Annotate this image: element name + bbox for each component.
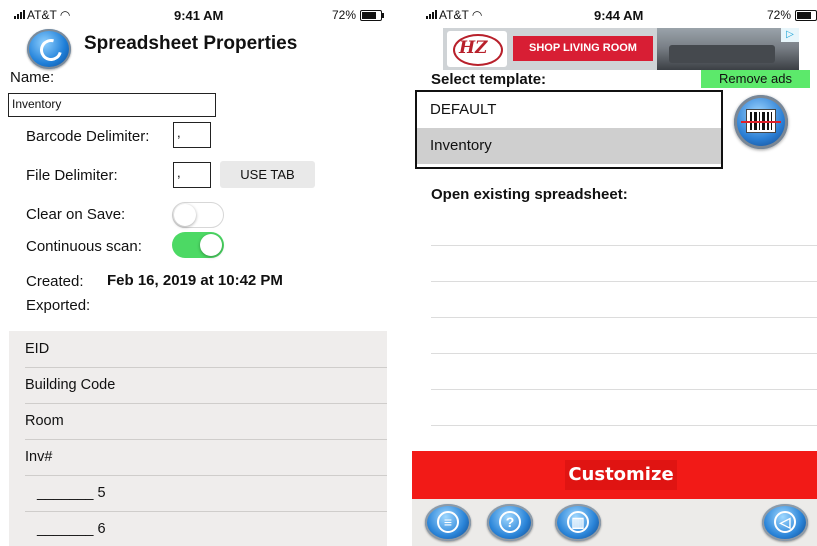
screen-divider	[396, 0, 412, 546]
clear-on-save-toggle[interactable]	[172, 202, 224, 228]
ad-shop-button[interactable]: SHOP LIVING ROOM	[513, 36, 653, 61]
open-existing-label: Open existing spreadsheet:	[431, 186, 628, 203]
clear-on-save-label: Clear on Save:	[26, 206, 126, 223]
toggle-knob	[200, 234, 222, 256]
barcode-delimiter-label: Barcode Delimiter:	[26, 128, 150, 145]
battery-status: 72%	[767, 8, 817, 22]
ad-logo: HZ	[447, 31, 507, 67]
ad-banner[interactable]: HZ SHOP LIVING ROOM ▷	[443, 28, 799, 70]
status-bar: AT&T ◠ 9:44 AM 72%	[412, 0, 817, 30]
file-delimiter-label: File Delimiter:	[26, 167, 118, 184]
speaker-icon: ◁	[774, 511, 796, 533]
delete-button[interactable]: ▥	[555, 504, 601, 541]
list-item[interactable]: EID	[9, 331, 387, 367]
ad-sofa-shape	[669, 45, 775, 63]
list-item[interactable]: _______ 5	[9, 475, 387, 511]
list-separator	[431, 353, 817, 354]
created-value: Feb 16, 2019 at 10:42 PM	[107, 272, 283, 289]
clock-time: 9:44 AM	[594, 8, 644, 23]
spreadsheet-properties-screen: AT&T ◠ 9:41 AM 72% Spreadsheet Propertie…	[0, 0, 396, 546]
signal-icon	[14, 10, 25, 19]
barcode-scan-button[interactable]	[734, 95, 788, 149]
page-title: Spreadsheet Properties	[84, 33, 298, 54]
menu-button[interactable]: ≡	[425, 504, 471, 541]
bottom-toolbar: ≡ ? ▥ ◁	[412, 499, 817, 546]
template-selection-screen: AT&T ◠ 9:44 AM 72% HZ SHOP LIVING ROOM ▷…	[412, 0, 817, 546]
wifi-icon: ◠	[471, 8, 483, 22]
signal-icon	[426, 10, 437, 19]
list-separator	[431, 389, 817, 390]
column-list: EID Building Code Room Inv# _______ 5 __…	[9, 331, 387, 546]
list-item[interactable]: Inv#	[9, 439, 387, 475]
list-separator	[431, 245, 817, 246]
scan-laser-line	[741, 121, 781, 123]
carrier-status: AT&T ◠	[426, 8, 482, 22]
ad-choices-icon[interactable]: ▷	[781, 28, 799, 42]
customize-bar: Customize	[412, 451, 817, 499]
barcode-delimiter-input[interactable]: ,	[173, 122, 211, 148]
customize-button[interactable]: Customize	[565, 460, 677, 490]
file-delimiter-input[interactable]: ,	[173, 162, 211, 188]
select-template-label: Select template:	[431, 71, 547, 88]
template-list: DEFAULT Inventory	[415, 90, 723, 169]
template-item-default[interactable]: DEFAULT	[417, 92, 721, 128]
template-item-inventory[interactable]: Inventory	[417, 128, 721, 164]
list-item[interactable]: Building Code	[9, 367, 387, 403]
exported-label: Exported:	[26, 297, 91, 314]
battery-icon	[795, 9, 817, 21]
list-separator	[431, 281, 817, 282]
menu-icon: ≡	[437, 511, 459, 533]
trash-icon: ▥	[567, 511, 589, 533]
back-button[interactable]	[27, 29, 71, 69]
continuous-scan-toggle[interactable]	[172, 232, 224, 258]
wifi-icon: ◠	[59, 8, 71, 22]
help-icon: ?	[499, 511, 521, 533]
clock-time: 9:41 AM	[174, 8, 224, 23]
list-item[interactable]: Room	[9, 403, 387, 439]
sound-button[interactable]: ◁	[762, 504, 808, 541]
battery-icon	[360, 9, 384, 21]
name-input[interactable]: Inventory	[8, 93, 216, 117]
use-tab-button[interactable]: USE TAB	[220, 161, 315, 188]
created-label: Created:	[26, 273, 84, 290]
back-arrow-icon	[35, 34, 67, 66]
carrier-status: AT&T ◠	[14, 8, 70, 22]
help-button[interactable]: ?	[487, 504, 533, 541]
remove-ads-button[interactable]: Remove ads	[701, 70, 810, 88]
toggle-knob	[174, 203, 196, 226]
name-label: Name:	[10, 69, 55, 86]
list-separator	[431, 317, 817, 318]
status-bar: AT&T ◠ 9:41 AM 72%	[0, 0, 396, 30]
list-item[interactable]: _______ 6	[9, 511, 387, 546]
continuous-scan-label: Continuous scan:	[26, 238, 142, 255]
battery-status: 72%	[332, 8, 384, 22]
list-separator	[431, 425, 817, 426]
